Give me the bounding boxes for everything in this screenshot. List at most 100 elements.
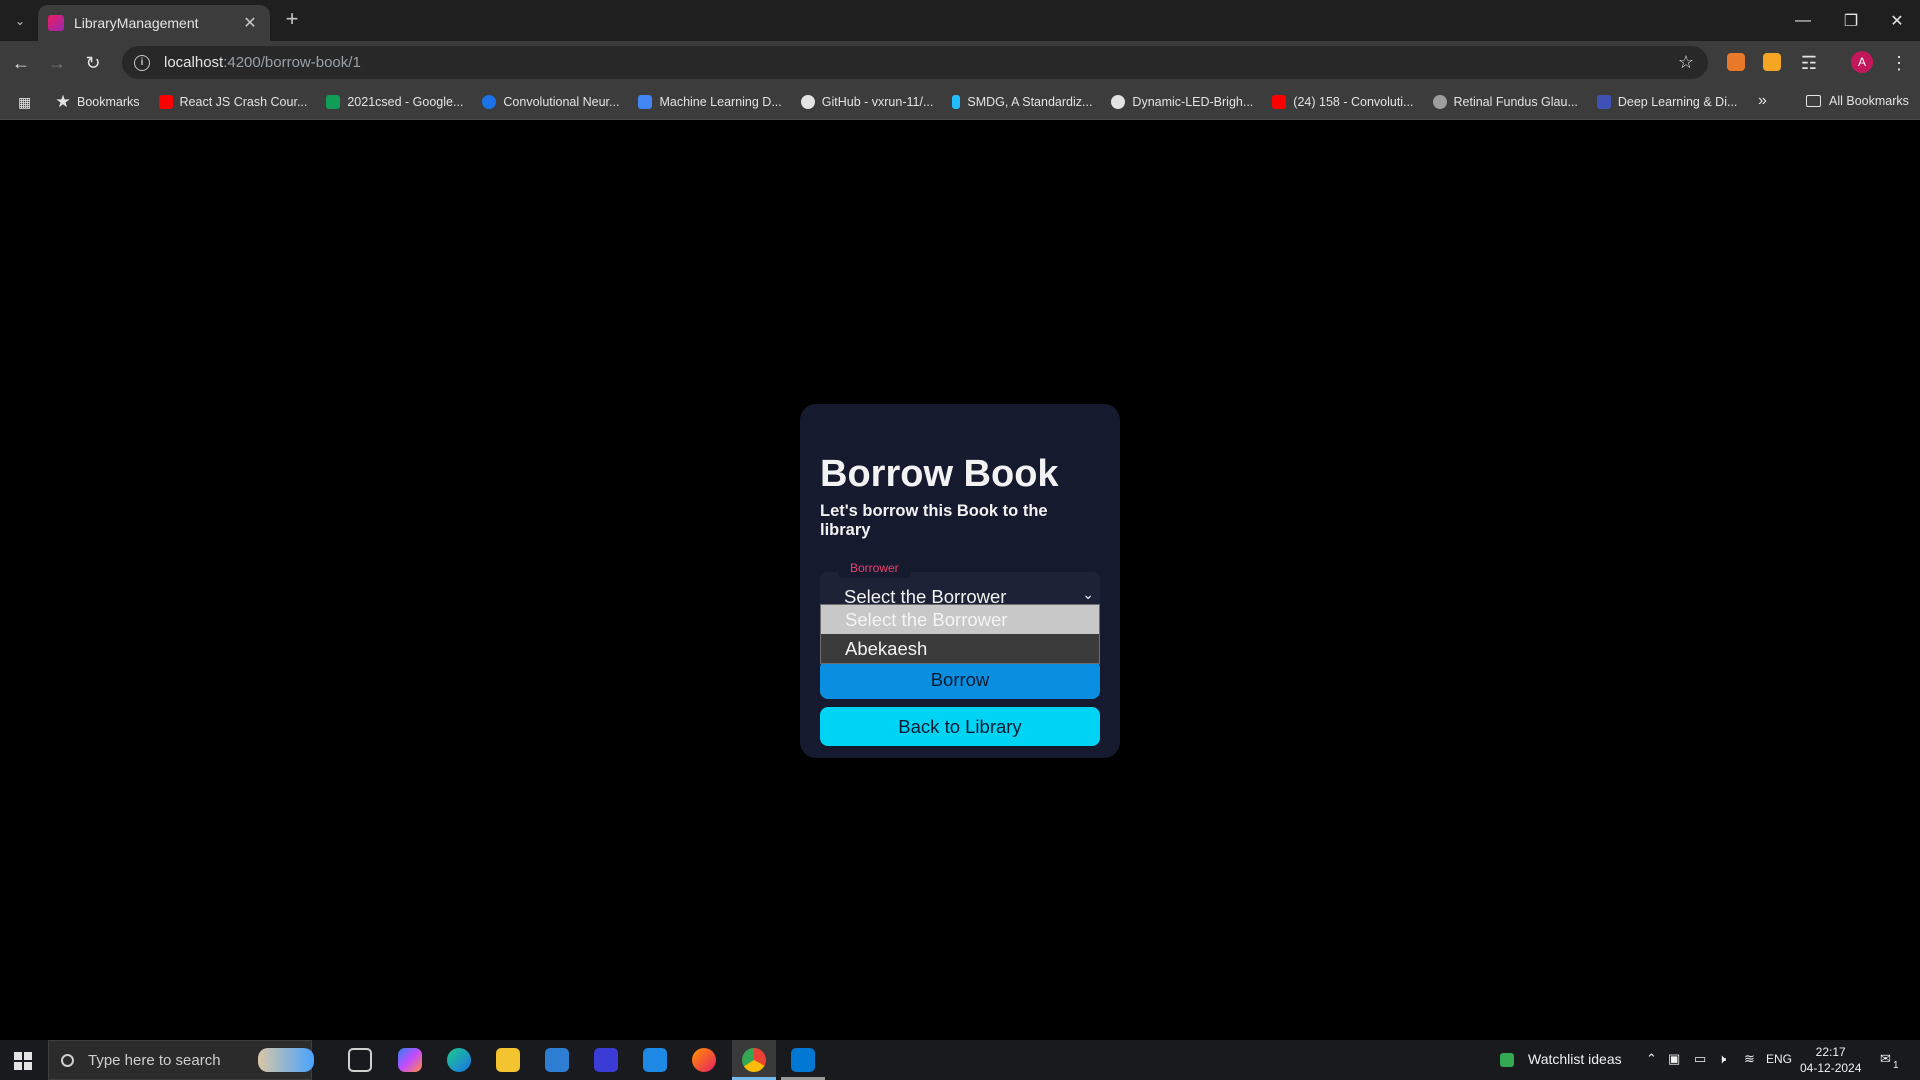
bookmark-item[interactable]: React JS Crash Cour...: [158, 94, 308, 109]
forward-arrow-icon[interactable]: →: [44, 50, 70, 76]
search-highlight-icon[interactable]: [258, 1048, 314, 1072]
windows-taskbar: Type here to search Watchlist ideas ⌃ ▣ …: [0, 1040, 1920, 1080]
back-to-library-button[interactable]: Back to Library: [820, 707, 1100, 746]
tab-title: LibraryManagement: [74, 15, 199, 31]
borrower-label: Borrower: [838, 558, 911, 578]
url-path: :4200/borrow-book/1: [223, 54, 361, 71]
page-subtitle: Let's borrow this Book to the library: [820, 502, 1048, 539]
display-icon[interactable]: ▣: [1668, 1051, 1680, 1067]
bookmark-label: (24) 158 - Convoluti...: [1293, 94, 1414, 109]
borrow-book-card: Borrow Book Let's borrow this Book to th…: [800, 404, 1120, 758]
borrow-button[interactable]: Borrow: [820, 660, 1100, 699]
borrower-dropdown-list: Select the Borrower Abekaesh: [820, 604, 1100, 664]
edge-icon[interactable]: [447, 1048, 471, 1072]
clock-time: 22:17: [1815, 1045, 1846, 1059]
metamask-extension-icon[interactable]: [1727, 53, 1745, 71]
apps-grid-icon[interactable]: ▦: [18, 94, 34, 110]
bookmark-item[interactable]: Retinal Fundus Glau...: [1432, 94, 1578, 109]
bookmark-item[interactable]: Deep Learning & Di...: [1596, 94, 1738, 109]
folder-icon: [1806, 95, 1821, 107]
firefox-icon[interactable]: [692, 1048, 716, 1072]
bookmark-item[interactable]: Bookmarks: [56, 94, 140, 109]
github-icon: [1111, 94, 1126, 109]
bookmark-label: Bookmarks: [77, 94, 140, 109]
coursera-icon: [482, 94, 497, 109]
file-explorer-icon[interactable]: [496, 1048, 520, 1072]
extension-icon[interactable]: [1763, 53, 1781, 71]
browser-toolbar: ← → ↻ i localhost:4200/borrow-book/1 ☆ ☶…: [0, 41, 1920, 84]
browser-tab[interactable]: LibraryManagement ✕: [38, 5, 270, 41]
tab-close-icon[interactable]: ✕: [240, 13, 260, 33]
bookmark-item[interactable]: 2021csed - Google...: [326, 94, 464, 109]
bookmark-label: 2021csed - Google...: [347, 94, 464, 109]
hackerrank-icon[interactable]: [643, 1048, 667, 1072]
bookmark-item[interactable]: Machine Learning D...: [638, 94, 782, 109]
all-bookmarks-button[interactable]: All Bookmarks: [1806, 94, 1909, 108]
back-arrow-icon[interactable]: ←: [8, 50, 34, 76]
bookmark-label: GitHub - vxrun-11/...: [821, 94, 934, 109]
youtube-icon: [158, 94, 173, 109]
page-title: Borrow Book: [820, 453, 1059, 495]
taskbar-search-placeholder: Type here to search: [88, 1051, 221, 1069]
kaggle-icon: [952, 94, 961, 109]
ieee-icon: [1596, 94, 1611, 109]
bookmark-label: Deep Learning & Di...: [1617, 94, 1738, 109]
mail-icon[interactable]: [545, 1048, 569, 1072]
language-indicator[interactable]: ENG: [1766, 1052, 1792, 1066]
more-bookmarks-chevron-icon[interactable]: »: [1758, 92, 1767, 110]
chevron-down-icon: ⌄: [1082, 586, 1094, 602]
tab-strip: ⌄ LibraryManagement ✕ + — ❐ ✕: [0, 0, 1920, 41]
close-window-icon[interactable]: ✕: [1874, 0, 1920, 41]
bookmark-label: React JS Crash Cour...: [179, 94, 308, 109]
clock[interactable]: 22:17 04-12-2024: [1800, 1044, 1861, 1076]
star-icon: [56, 94, 70, 108]
profile-avatar[interactable]: A: [1851, 51, 1873, 73]
notification-icon[interactable]: ✉: [1880, 1051, 1891, 1067]
windows-start-icon[interactable]: [14, 1052, 32, 1070]
bookmark-label: Retinal Fundus Glau...: [1453, 94, 1578, 109]
bookmark-label: SMDG, A Standardiz...: [967, 94, 1093, 109]
bookmark-item[interactable]: SMDG, A Standardiz...: [952, 94, 1093, 109]
app-icon[interactable]: [594, 1048, 618, 1072]
site-info-icon[interactable]: i: [134, 54, 150, 71]
google-sheets-icon: [326, 94, 341, 109]
vscode-icon[interactable]: [791, 1048, 815, 1072]
watchlist-icon[interactable]: [1500, 1053, 1514, 1067]
bookmark-item[interactable]: Convolutional Neur...: [482, 94, 620, 109]
bookmark-label: Dynamic-LED-Brigh...: [1132, 94, 1254, 109]
clock-date: 04-12-2024: [1800, 1061, 1862, 1075]
document-icon: [638, 94, 653, 109]
reload-icon[interactable]: ↻: [80, 50, 106, 76]
dropdown-option-placeholder[interactable]: Select the Borrower: [821, 605, 1099, 634]
bookmark-star-icon[interactable]: ☆: [1678, 52, 1694, 73]
url-host: localhost: [164, 54, 224, 71]
extensions-puzzle-icon[interactable]: ☶: [1796, 50, 1822, 76]
github-icon: [800, 94, 815, 109]
copilot-icon[interactable]: [398, 1048, 422, 1072]
page-viewport: Borrow Book Let's borrow this Book to th…: [0, 121, 1920, 1039]
bookmark-label: Machine Learning D...: [659, 94, 782, 109]
globe-icon: [1432, 94, 1447, 109]
volume-muted-icon[interactable]: 🕨: [1718, 1051, 1726, 1067]
search-icon: [61, 1053, 74, 1067]
tab-search-chevron-icon[interactable]: ⌄: [8, 9, 32, 33]
bookmark-item[interactable]: GitHub - vxrun-11/...: [800, 94, 934, 109]
tray-chevron-up-icon[interactable]: ⌃: [1646, 1051, 1657, 1067]
dropdown-option-abekaesh[interactable]: Abekaesh: [821, 634, 1099, 663]
notification-count: 1: [1893, 1060, 1899, 1071]
address-bar[interactable]: i localhost:4200/borrow-book/1 ☆: [122, 46, 1708, 79]
chrome-icon[interactable]: [742, 1048, 766, 1072]
minimize-icon[interactable]: —: [1780, 0, 1826, 41]
restore-icon[interactable]: ❐: [1828, 0, 1874, 41]
battery-icon[interactable]: ▭: [1694, 1051, 1706, 1067]
youtube-icon: [1272, 94, 1287, 109]
watchlist-label[interactable]: Watchlist ideas: [1528, 1051, 1622, 1067]
wifi-icon[interactable]: ≋: [1744, 1051, 1755, 1067]
bookmark-item[interactable]: (24) 158 - Convoluti...: [1272, 94, 1414, 109]
browser-menu-icon[interactable]: ⋮: [1886, 50, 1912, 76]
bookmark-item[interactable]: Dynamic-LED-Brigh...: [1111, 94, 1254, 109]
new-tab-plus-icon[interactable]: +: [280, 8, 304, 32]
task-view-icon[interactable]: [348, 1048, 372, 1072]
angular-favicon-icon: [48, 15, 64, 31]
bookmark-label: Convolutional Neur...: [503, 94, 620, 109]
